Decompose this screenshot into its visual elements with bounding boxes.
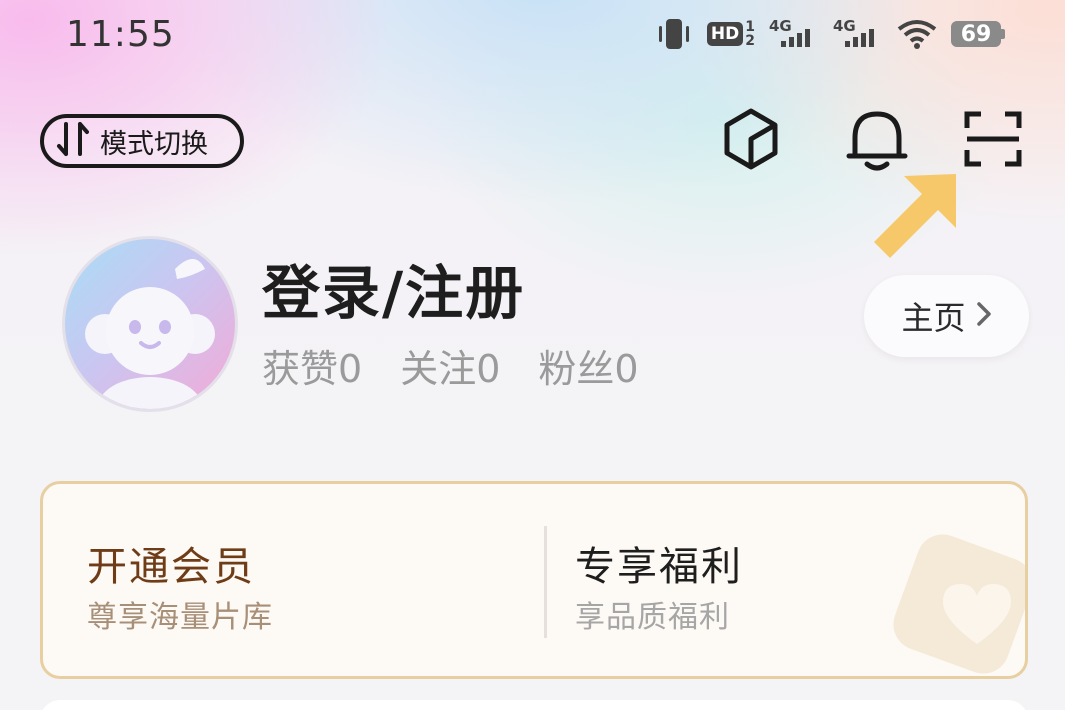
mode-switch-label: 模式切换 xyxy=(100,128,208,160)
home-button[interactable]: 主页 xyxy=(864,275,1029,357)
home-button-label: 主页 xyxy=(901,299,966,337)
login-register-link[interactable]: 登录/注册 xyxy=(262,246,525,330)
chevron-right-icon xyxy=(976,301,992,331)
sim2-label: 2 xyxy=(745,33,755,49)
battery-icon: 69 xyxy=(951,21,1005,47)
swap-icon xyxy=(56,120,90,162)
hd-icon: HD 1 2 xyxy=(706,19,755,49)
screen: 11:55 HD 1 2 4G 4G 69 模式切换 登录/注册 获赞0 关注0… xyxy=(0,0,1065,710)
signal-icon-2: 4G xyxy=(833,17,883,51)
vibrate-icon xyxy=(655,16,693,52)
benefits-subtitle: 享品质福利 xyxy=(575,600,730,635)
hint-arrow-icon xyxy=(868,170,963,269)
vip-card: 开通会员 尊享海量片库 专享福利 享品质福利 xyxy=(40,481,1028,679)
hd-label: HD xyxy=(706,22,744,46)
next-section-card xyxy=(40,700,1028,710)
benefits-title[interactable]: 专享福利 xyxy=(575,534,743,592)
open-vip-title[interactable]: 开通会员 xyxy=(87,534,255,592)
followers-count[interactable]: 粉丝0 xyxy=(538,338,638,393)
status-time: 11:55 xyxy=(66,14,175,55)
battery-level: 69 xyxy=(951,21,1001,47)
open-vip-subtitle: 尊享海量片库 xyxy=(87,600,273,635)
wifi-icon xyxy=(897,17,937,51)
vip-divider xyxy=(544,526,547,638)
likes-count[interactable]: 获赞0 xyxy=(262,338,362,393)
avatar[interactable] xyxy=(62,236,238,412)
status-icons: HD 1 2 4G 4G 69 xyxy=(655,16,1005,52)
following-count[interactable]: 关注0 xyxy=(400,338,500,393)
bell-icon[interactable] xyxy=(842,104,912,174)
gift-heart-icon xyxy=(863,524,1025,676)
scan-icon[interactable] xyxy=(958,104,1028,174)
cube-icon[interactable] xyxy=(716,104,786,174)
profile-stats: 获赞0 关注0 粉丝0 xyxy=(262,338,639,393)
signal-icon-1: 4G xyxy=(769,17,819,51)
mode-switch-button[interactable]: 模式切换 xyxy=(40,114,244,168)
sim1-label: 1 xyxy=(745,19,755,35)
